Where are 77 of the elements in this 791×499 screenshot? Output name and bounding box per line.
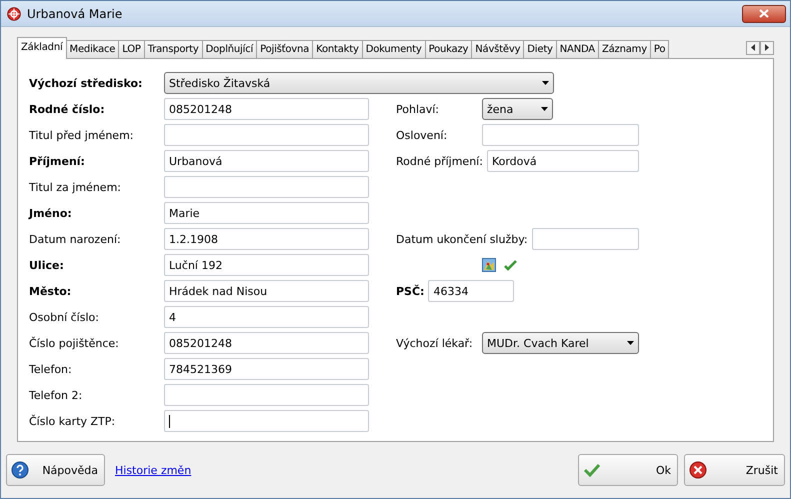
tab[interactable]: Doplňující (202, 40, 258, 58)
input-field[interactable]: 085201248 (164, 332, 369, 354)
field-label: Pohlaví: (396, 102, 440, 116)
field-label: Oslovení: (396, 128, 448, 142)
scroll-left-button[interactable] (746, 40, 760, 55)
cancel-button[interactable]: Zrušit (684, 454, 785, 486)
dropdown-caret-icon (627, 341, 634, 346)
tab[interactable]: Poukazy (424, 40, 472, 58)
input-field[interactable] (164, 124, 369, 146)
input-field[interactable]: 1.2.1908 (164, 228, 369, 250)
dropdown[interactable]: MUDr. Cvach Karel (482, 332, 639, 354)
field-label: Příjmení: (29, 154, 86, 168)
input-field[interactable]: 4 (164, 306, 369, 328)
close-icon (759, 9, 769, 18)
tab[interactable]: Návštěvy (471, 40, 524, 58)
help-icon (11, 461, 29, 480)
left-arrow-icon (751, 44, 755, 52)
checkmark-icon (583, 463, 601, 478)
close-icon (689, 461, 707, 480)
window-title: Urbanová Marie (27, 6, 124, 21)
field-label: Číslo karty ZTP: (29, 414, 116, 428)
checkmark-icon[interactable] (504, 260, 517, 271)
input-field[interactable]: 46334 (428, 280, 514, 302)
input-field[interactable]: Marie (164, 202, 369, 224)
app-icon (7, 6, 21, 21)
input-field[interactable]: Urbanová (164, 150, 369, 172)
history-link[interactable]: Historie změn (115, 464, 192, 477)
dropdown-caret-icon (542, 81, 549, 86)
input-field[interactable]: Kordová (486, 150, 639, 172)
map-icon[interactable] (482, 258, 496, 272)
input-field[interactable]: Hrádek nad Nisou (164, 280, 369, 302)
scroll-right-button[interactable] (760, 40, 774, 55)
field-label: Osobní číslo: (29, 310, 100, 324)
field-label: Ulice: (29, 258, 65, 272)
field-label: Číslo pojištěnce: (29, 336, 120, 350)
dropdown[interactable]: žena (482, 98, 553, 120)
field-label: Telefon: (29, 362, 73, 376)
tab[interactable]: Kontakty (312, 40, 363, 58)
tab[interactable]: Pojišťovna (256, 40, 314, 58)
input-field[interactable] (164, 410, 369, 432)
tab[interactable]: Dokumenty (362, 40, 426, 58)
input-field[interactable]: 784521369 (164, 358, 369, 380)
input-field[interactable] (164, 384, 369, 406)
right-arrow-icon (765, 44, 769, 52)
tab[interactable]: Po (650, 40, 670, 58)
field-label: Jméno: (29, 206, 73, 220)
field-label: Výchozí středisko: (29, 76, 144, 90)
help-button[interactable]: Nápověda (6, 454, 105, 486)
tab[interactable]: Medikace (66, 40, 120, 58)
field-label: Telefon 2: (29, 388, 84, 402)
field-label: Město: (29, 284, 72, 298)
tab[interactable]: Záznamy (598, 40, 651, 58)
field-label: Rodné číslo: (29, 102, 106, 116)
field-label: PSČ: (396, 284, 426, 298)
input-field[interactable] (482, 124, 639, 146)
dropdown-value: Středisko Žitavská (169, 76, 270, 90)
close-button[interactable] (742, 4, 786, 23)
ok-button[interactable]: Ok (578, 454, 678, 486)
field-label: Titul za jménem: (29, 180, 122, 194)
dropdown-value: žena (487, 102, 514, 116)
input-field[interactable] (532, 228, 639, 250)
field-label: Datum narození: (29, 232, 122, 246)
tab[interactable]: LOP (118, 40, 145, 58)
field-label: Rodné příjmení: (396, 154, 484, 168)
tab[interactable]: Základní (17, 37, 67, 60)
input-field[interactable]: Luční 192 (164, 254, 369, 276)
input-field[interactable] (164, 176, 369, 198)
dropdown-caret-icon (541, 107, 548, 112)
tab[interactable]: Diety (523, 40, 557, 58)
tab[interactable]: Transporty (144, 40, 203, 58)
field-label: Titul před jménem: (29, 128, 134, 142)
tab[interactable]: NANDA (556, 40, 599, 58)
field-label: Datum ukončení služby: (396, 232, 529, 246)
input-field[interactable]: 085201248 (164, 98, 369, 120)
dropdown-value: MUDr. Cvach Karel (487, 336, 589, 350)
field-label: Výchozí lékař: (396, 336, 474, 350)
dropdown[interactable]: Středisko Žitavská (164, 72, 554, 94)
